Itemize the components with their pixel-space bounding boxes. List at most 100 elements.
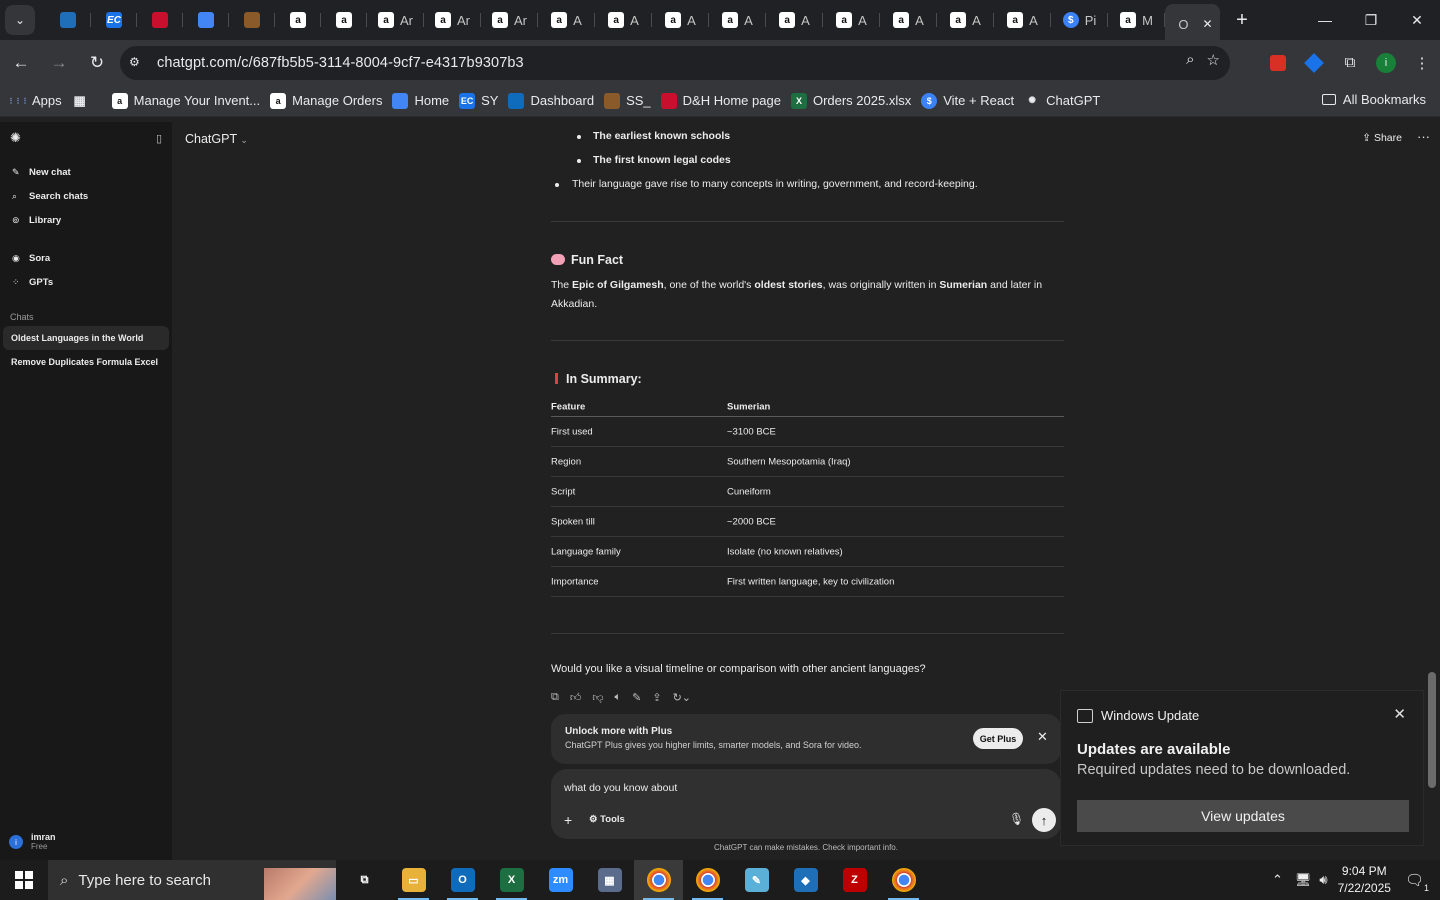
bookmark-star-icon[interactable]: ☆ — [1207, 51, 1220, 69]
all-bookmarks-button[interactable]: All Bookmarks — [1321, 92, 1426, 107]
scrollbar-thumb[interactable] — [1428, 672, 1436, 788]
bookmark-item[interactable]: Home — [392, 92, 449, 109]
get-plus-button[interactable]: Get Plus — [973, 728, 1023, 749]
extension-blue-icon[interactable] — [1296, 52, 1332, 73]
edit-icon[interactable]: ✎ — [632, 691, 641, 704]
taskbar-app[interactable]: O — [438, 860, 487, 900]
taskbar-app[interactable]: zm — [536, 860, 585, 900]
browser-tab[interactable]: aA — [937, 4, 994, 36]
browser-tab[interactable]: aA — [538, 4, 595, 36]
bookmark-item[interactable]: a Manage Your Invent... — [111, 92, 260, 109]
taskbar-app[interactable]: ▭ — [389, 860, 438, 900]
bookmark-item[interactable]: a Manage Orders — [270, 92, 382, 109]
microphone-icon[interactable]: 🎙︎ — [1009, 812, 1024, 826]
bookmark-item[interactable]: SS_ — [604, 92, 651, 109]
browser-tab[interactable]: a Ar — [481, 4, 538, 36]
browser-tab[interactable]: aA — [652, 4, 709, 36]
browser-tab[interactable]: aA — [823, 4, 880, 36]
browser-tab[interactable]: O ✕ — [1165, 4, 1220, 44]
taskbar-app[interactable]: Z — [830, 860, 879, 900]
share-icon[interactable]: ⇪ — [652, 691, 661, 704]
browser-tab[interactable] — [137, 4, 183, 36]
close-sidebar-icon[interactable]: ▯ — [156, 132, 162, 145]
extension-red-icon[interactable] — [1260, 54, 1296, 71]
browser-tab[interactable]: a — [321, 4, 367, 36]
browser-tab[interactable] — [229, 4, 275, 36]
bookmark-item[interactable]: ⋮⋮⋮ Apps — [8, 92, 62, 109]
user-menu[interactable]: i imran Free — [9, 832, 56, 852]
taskbar-search[interactable]: ⌕ Type here to search — [48, 860, 336, 900]
taskbar-app[interactable] — [879, 860, 928, 900]
bookmark-item[interactable]: Dashboard — [508, 92, 594, 109]
maximize-button[interactable]: ❐ — [1348, 0, 1394, 40]
taskbar-app[interactable] — [683, 860, 732, 900]
notifications-icon[interactable]: 🗨︎ 1 — [1405, 871, 1429, 893]
sidebar-item-gpts[interactable]: ⁘ GPTs — [0, 270, 172, 294]
chevron-up-icon[interactable]: ⌃ — [1272, 872, 1283, 888]
reload-button[interactable]: ↻ — [80, 46, 114, 80]
browser-tab[interactable] — [45, 4, 91, 36]
browser-tab[interactable]: aA — [994, 4, 1051, 36]
thumbs-down-icon[interactable]: 👎︎ — [592, 691, 603, 704]
read-aloud-icon[interactable]: 🔈︎ — [615, 691, 622, 704]
bookmark-item[interactable]: ✺ ChatGPT — [1024, 92, 1100, 109]
browser-tab[interactable]: a — [275, 4, 321, 36]
site-info-icon[interactable]: ⚙ — [129, 55, 145, 71]
browser-tab[interactable]: a Ar — [367, 4, 424, 36]
address-bar[interactable]: ⚙ chatgpt.com/c/687fb5b5-3114-8004-9cf7-… — [120, 46, 1230, 80]
view-updates-button[interactable]: View updates — [1077, 800, 1409, 832]
tab-search-button[interactable]: ⌄ — [5, 5, 35, 35]
more-options-icon[interactable]: ··· — [1417, 129, 1430, 144]
taskbar-app[interactable]: ◆ — [781, 860, 830, 900]
minimize-button[interactable]: — — [1302, 0, 1348, 40]
browser-tab[interactable]: aA — [595, 4, 652, 36]
sidebar-item-sora[interactable]: ◉ Sora — [0, 246, 172, 270]
zoom-icon[interactable]: ⌕ — [1186, 51, 1194, 69]
clock[interactable]: 9:04 PM 7/22/2025 — [1338, 863, 1391, 897]
close-icon[interactable]: ✕ — [1037, 729, 1048, 745]
bookmark-item[interactable]: ▦ — [71, 92, 94, 109]
bookmark-item[interactable]: X Orders 2025.xlsx — [790, 92, 911, 109]
network-icon[interactable]: 🖥︎ — [1295, 872, 1312, 888]
browser-tab[interactable] — [183, 4, 229, 36]
sidebar-item-new-chat[interactable]: ✎ New chat — [0, 160, 172, 184]
tools-button[interactable]: ⚙ Tools — [589, 814, 625, 825]
taskbar-app[interactable] — [634, 860, 683, 900]
share-button[interactable]: ⇪ Share — [1362, 132, 1402, 144]
sidebar-item-library[interactable]: ⊚ Library — [0, 208, 172, 232]
model-selector[interactable]: ChatGPT ⌄ — [185, 132, 248, 146]
chat-history-item[interactable]: Remove Duplicates Formula Excel — [3, 350, 169, 374]
browser-tab[interactable]: a Ar — [424, 4, 481, 36]
taskbar-app[interactable]: X — [487, 860, 536, 900]
bookmark-item[interactable]: EC SY — [459, 92, 498, 109]
bookmark-item[interactable]: D&H Home page — [660, 92, 781, 109]
browser-tab[interactable]: aA — [766, 4, 823, 36]
close-icon[interactable]: ✕ — [1393, 705, 1406, 723]
profile-avatar[interactable]: i — [1368, 52, 1404, 73]
chat-history-item[interactable]: Oldest Languages in the World — [3, 326, 169, 350]
close-window-button[interactable]: ✕ — [1394, 0, 1440, 40]
close-tab-icon[interactable]: ✕ — [1203, 17, 1213, 31]
sidebar-item-search-chats[interactable]: ⌕ Search chats — [0, 184, 172, 208]
forward-button[interactable]: → — [42, 46, 76, 80]
extensions-puzzle-icon[interactable]: ⧉ — [1332, 54, 1368, 71]
bookmark-item[interactable]: $ Vite + React — [921, 92, 1014, 109]
new-tab-button[interactable]: + — [1228, 6, 1256, 34]
add-attachment-icon[interactable]: + — [564, 812, 572, 828]
regenerate-icon[interactable]: ↻⌄ — [673, 691, 691, 704]
taskbar-app[interactable]: ⧉ — [340, 860, 389, 900]
openai-logo-icon[interactable]: ✺ — [10, 130, 21, 146]
prompt-input[interactable]: what do you know about — [564, 782, 677, 794]
taskbar-app[interactable]: ▦ — [585, 860, 634, 900]
thumbs-up-icon[interactable]: 👍︎ — [570, 691, 582, 704]
taskbar-app[interactable]: ✎ — [732, 860, 781, 900]
volume-icon[interactable]: 🔊︎ — [1319, 872, 1327, 888]
browser-tab[interactable]: aA — [709, 4, 766, 36]
browser-tab[interactable]: EC — [91, 4, 137, 36]
url-text[interactable]: chatgpt.com/c/687fb5b5-3114-8004-9cf7-e4… — [157, 55, 524, 71]
send-button[interactable]: ↑ — [1032, 808, 1056, 832]
browser-tab[interactable]: aA — [880, 4, 937, 36]
copy-icon[interactable]: ⧉ — [551, 691, 559, 704]
back-button[interactable]: ← — [4, 46, 38, 80]
start-button[interactable] — [0, 860, 48, 900]
